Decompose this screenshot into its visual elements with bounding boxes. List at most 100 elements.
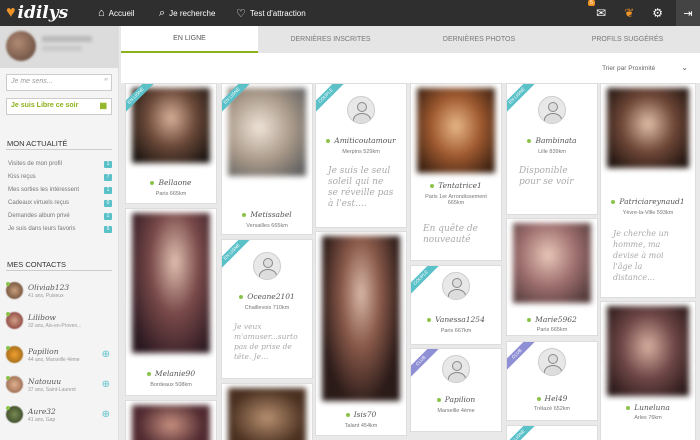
card-name: Patriciareynaud1: [601, 197, 695, 206]
default-avatar-icon: [538, 348, 566, 376]
nav-accueil[interactable]: ⌂ Accueil: [98, 0, 134, 26]
contact-item[interactable]: Lilibow 32 ans, Aix-en-Proven...: [6, 310, 114, 332]
profile-card[interactable]: [125, 400, 217, 440]
actu-label: Mes sorties les intéressent: [8, 187, 80, 193]
profile-card[interactable]: Patriciareynaud1 Yèvre-la-Ville 593km Je…: [600, 83, 696, 298]
my-profile[interactable]: [0, 26, 118, 68]
libre-ce-soir-input[interactable]: Je suis Libre ce soir ▦: [6, 98, 112, 115]
default-avatar-icon: [538, 96, 566, 124]
club-ribbon: CLUB: [411, 349, 441, 381]
profile-card[interactable]: COUPLE Vanessa1254 Paris 667km: [410, 265, 502, 345]
profile-photo: [607, 88, 689, 168]
divider: [6, 149, 112, 150]
profile-card[interactable]: CLUB Hel49 Trélazé 652km: [506, 341, 598, 421]
couple-ribbon: COUPLE: [316, 84, 346, 116]
card-quote: Je veux m'amuser...surto pas de prise de…: [234, 322, 298, 361]
couple-ribbon: COUPLE: [411, 266, 441, 298]
card-name: Isis70: [316, 410, 406, 419]
actu-item[interactable]: Visites de mon profil 1: [8, 161, 112, 172]
profile-photo: [417, 88, 495, 173]
calendar-icon: ▦: [99, 101, 107, 110]
card-name: Melanie90: [126, 369, 216, 378]
card-name: Metissabel: [222, 210, 312, 219]
logo[interactable]: ♥ idilys: [6, 3, 68, 23]
profile-card[interactable]: COUPLE Amiticoutamour Merpins 529km Je s…: [315, 83, 407, 228]
logout-icon[interactable]: ⇥: [676, 0, 700, 26]
gear-icon[interactable]: ⚙: [652, 6, 663, 20]
mood-input[interactable]: Je me sens... ❞: [6, 74, 112, 91]
profile-photo: [132, 213, 210, 353]
club-ribbon: CLUB: [507, 342, 537, 374]
profile-photo: [228, 388, 306, 440]
card-name: Marie5962: [507, 315, 597, 324]
default-avatar-icon: [253, 252, 281, 280]
profile-card[interactable]: EN LIGNE Bambinata Lille 839km Disponibl…: [506, 83, 598, 215]
tab-dernieres-photos[interactable]: DERNIÈRES PHOTOS: [403, 26, 555, 53]
actu-count: 7: [104, 174, 112, 181]
card-name: Vanessa1254: [411, 315, 501, 324]
contact-name: Aure32: [28, 407, 56, 416]
profile-photo: [607, 306, 689, 396]
profile-card[interactable]: Marie5962 Paris 665km: [506, 218, 598, 336]
actu-item[interactable]: Demandes album privé 1: [8, 213, 112, 224]
sort-label: Trier par Proximité: [602, 65, 656, 72]
profile-grid: EN LIGNE Bellaone Paris 665km Melanie90 …: [121, 83, 700, 440]
heart-logo-icon: ♥: [6, 4, 16, 21]
profile-card[interactable]: Tentatrice1 Paris 1er Arrondissement 665…: [410, 83, 502, 261]
actu-label: Je suis dans leurs favoris: [8, 226, 76, 232]
tab-dernieres-inscrites[interactable]: DERNIÈRES INSCRITES: [258, 26, 403, 53]
card-location: Paris 665km: [536, 327, 568, 333]
tab-en-ligne[interactable]: EN LIGNE: [121, 26, 258, 53]
contact-item[interactable]: Natouuu 37 ans, Saint-Laurent ⊕: [6, 374, 114, 396]
profile-card[interactable]: EN LIGNE: [506, 425, 598, 440]
card-name: Oceane2101: [222, 292, 312, 301]
contact-item[interactable]: Oliviab123 41 ans, Puiseux: [6, 280, 114, 302]
avatar: [6, 31, 36, 61]
contact-item[interactable]: Aure32 41 ans, Gap ⊕: [6, 404, 114, 426]
add-contact-icon[interactable]: ⊕: [102, 379, 110, 390]
home-icon: ⌂: [98, 7, 105, 19]
card-location: Merpins 529km: [342, 149, 380, 155]
card-location: Arles 76km: [634, 415, 662, 421]
add-contact-icon[interactable]: ⊕: [102, 349, 110, 360]
card-name: Bambinata: [507, 136, 597, 145]
contact-item[interactable]: Papilion 44 ans, Marseille 4ème ⊕: [6, 344, 114, 366]
nav-recherche-label: Je recherche: [169, 8, 216, 18]
card-location: Trélazé 652km: [533, 406, 571, 412]
profile-card[interactable]: Luneluna Arles 76km: [600, 301, 696, 440]
nav-recherche[interactable]: ⌕ Je recherche: [159, 0, 215, 26]
actu-item[interactable]: Cadeaux virtuels reçus 0: [8, 200, 112, 211]
tab-bar: EN LIGNE DERNIÈRES INSCRITES DERNIÈRES P…: [121, 26, 700, 53]
online-dot: [6, 282, 10, 286]
add-contact-icon[interactable]: ⊕: [102, 409, 110, 420]
nav-accueil-label: Accueil: [108, 8, 135, 18]
sort-select[interactable]: Trier par Proximité ⌄: [602, 63, 688, 72]
actu-title: MON ACTUALITÉ: [7, 139, 68, 148]
profile-card[interactable]: Isis70 Talant 454km: [315, 231, 407, 436]
actu-item[interactable]: Je suis dans leurs favoris 5: [8, 226, 112, 237]
profile-card[interactable]: EN LIGNE Metissabel Versailles 665km: [221, 83, 313, 235]
profile-photo: [322, 236, 400, 401]
card-quote: En quête de nouveauté: [423, 224, 479, 245]
profile-card[interactable]: Melanie90 Bordeaux 508km: [125, 208, 217, 396]
search-icon: ⌕: [159, 6, 166, 19]
profile-card[interactable]: EN LIGNE Oceane2101 Chaillevois 710km Je…: [221, 239, 313, 379]
profile-card[interactable]: [221, 383, 313, 440]
profile-photo: [513, 223, 591, 303]
card-location: Paris 1er Arrondissement 665km: [425, 194, 487, 206]
profile-card[interactable]: EN LIGNE Bellaone Paris 665km: [125, 83, 217, 204]
card-quote: Disponible pour se voir: [519, 166, 574, 187]
actu-label: Kiss reçus: [8, 174, 36, 180]
nav-test-attraction[interactable]: ♡ Test d'attraction: [236, 0, 306, 26]
online-dot: [6, 376, 10, 380]
actu-item[interactable]: Mes sorties les intéressent 1: [8, 187, 112, 198]
default-avatar-icon: [442, 355, 470, 383]
contacts-title: MES CONTACTS: [7, 260, 67, 269]
profile-card[interactable]: CLUB Papilion Marseille 4ème: [410, 348, 502, 432]
online-ribbon: EN LIGNE: [507, 84, 537, 116]
kiss-icon[interactable]: ❦: [624, 6, 634, 20]
tab-profils-suggeres[interactable]: PROFILS SUGGÉRÉS: [555, 26, 700, 53]
top-icons: ✉ 5 ❦ ⚙ ⇥: [587, 0, 700, 26]
actu-item[interactable]: Kiss reçus 7: [8, 174, 112, 185]
mail-icon[interactable]: ✉ 5: [588, 0, 606, 20]
